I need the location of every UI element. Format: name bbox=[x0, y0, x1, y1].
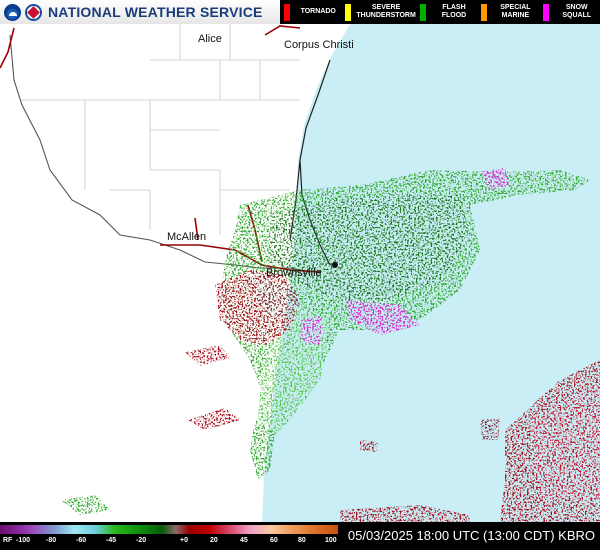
city-label-alice: Alice bbox=[198, 33, 222, 45]
scale-tick: +0 bbox=[180, 537, 188, 544]
scale-tick: -80 bbox=[46, 537, 57, 544]
radar-viewer: Alice Corpus Christi McAllen Brownsville… bbox=[0, 0, 600, 550]
severe-thunderstorm-swatch bbox=[345, 3, 352, 21]
legend-item-severe-thunderstorm: SEVERE THUNDERSTORM bbox=[341, 0, 416, 24]
tornado-swatch bbox=[284, 3, 290, 21]
legend-item-flash-flood: FLASH FLOOD bbox=[416, 0, 477, 24]
scale-tick: 100 bbox=[325, 537, 337, 544]
noaa-logo-icon bbox=[4, 3, 21, 21]
legend-item-special-marine: SPECIAL MARINE bbox=[477, 0, 538, 24]
legend-item-snow-squall: SNOW SQUALL bbox=[539, 0, 600, 24]
nws-logo-icon bbox=[25, 3, 42, 21]
legend-label: TORNADO bbox=[300, 8, 336, 15]
scale-rf-label: RF bbox=[3, 537, 13, 544]
flash-flood-swatch bbox=[419, 3, 426, 21]
color-scale-bar bbox=[0, 525, 338, 534]
special-marine-swatch bbox=[481, 3, 488, 21]
legend-label: SEVERE THUNDERSTORM bbox=[356, 4, 416, 19]
legend-item-tornado: TORNADO bbox=[280, 0, 341, 24]
legend-label: FLASH FLOOD bbox=[441, 4, 467, 19]
radar-timestamp: 05/03/2025 18:00 UTC (13:00 CDT) KBRO bbox=[347, 528, 595, 543]
scale-tick: -20 bbox=[136, 537, 147, 544]
velocity-color-scale: RF -100 -80 -60 -45 -20 +0 20 45 60 80 1… bbox=[0, 522, 338, 550]
scale-tick: 45 bbox=[240, 537, 248, 544]
scale-tick: -45 bbox=[106, 537, 117, 544]
radar-site-marker bbox=[332, 262, 338, 268]
snow-squall-swatch bbox=[542, 3, 549, 21]
city-label-brownsville: Brownsville bbox=[266, 267, 322, 279]
agency-brand: NATIONAL WEATHER SERVICE bbox=[0, 0, 280, 24]
scale-tick: 20 bbox=[210, 537, 218, 544]
footer-bar: RF -100 -80 -60 -45 -20 +0 20 45 60 80 1… bbox=[0, 522, 600, 550]
header-bar: NATIONAL WEATHER SERVICE TORNADO SEVERE … bbox=[0, 0, 600, 24]
scale-tick: -60 bbox=[76, 537, 87, 544]
warnings-legend: TORNADO SEVERE THUNDERSTORM FLASH FLOOD … bbox=[280, 0, 600, 24]
legend-label: SPECIAL MARINE bbox=[500, 4, 531, 19]
agency-title: NATIONAL WEATHER SERVICE bbox=[48, 4, 263, 20]
city-label-corpus-christi: Corpus Christi bbox=[284, 39, 354, 51]
city-label-mcallen: McAllen bbox=[167, 231, 206, 243]
scale-tick: 80 bbox=[298, 537, 306, 544]
scale-tick: 60 bbox=[270, 537, 278, 544]
scale-tick: -100 bbox=[16, 537, 31, 544]
legend-label: SNOW SQUALL bbox=[562, 4, 592, 19]
radar-map: Alice Corpus Christi McAllen Brownsville bbox=[0, 0, 600, 550]
